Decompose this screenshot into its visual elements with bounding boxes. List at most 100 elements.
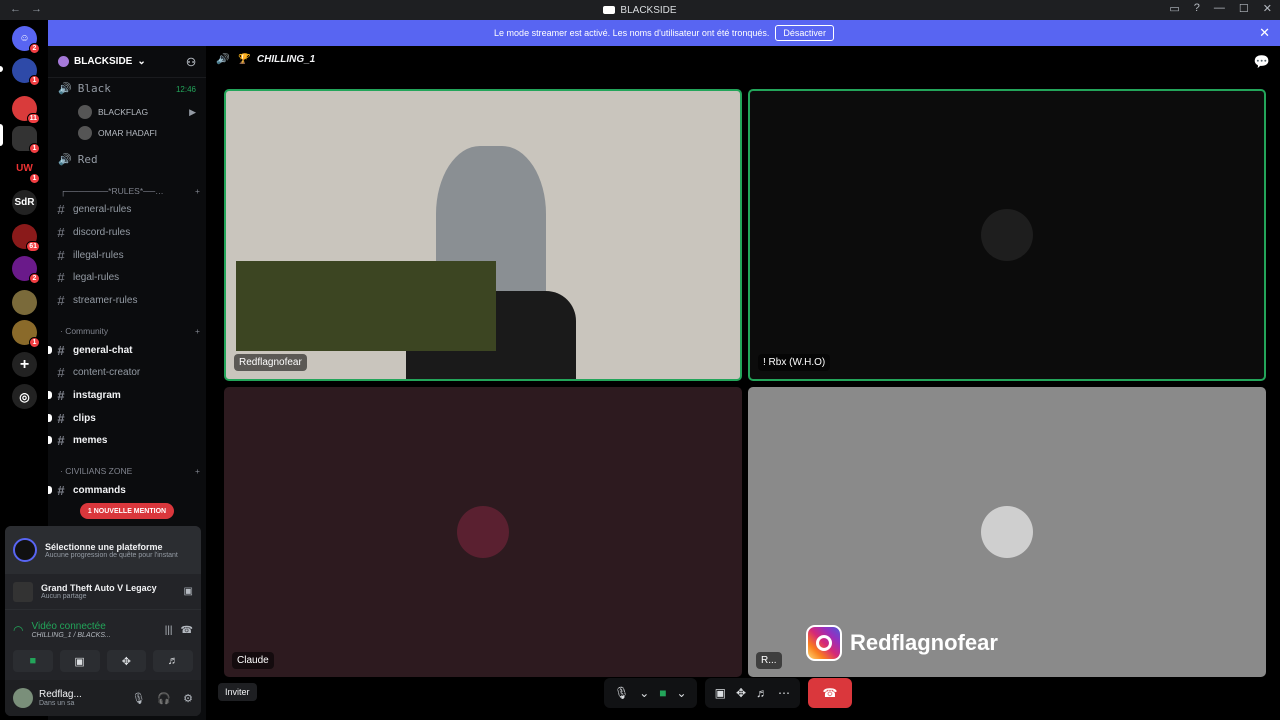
channel-discord-rules[interactable]: # discord-rules — [54, 222, 200, 242]
headphones-icon[interactable]: 🎧 — [157, 692, 171, 705]
avatar — [457, 506, 509, 558]
voice-timer: 12:46 — [175, 85, 196, 94]
channel-label: content-creator — [73, 366, 141, 378]
camera-icon[interactable]: ■ — [659, 686, 666, 700]
channel-label: commands — [73, 484, 126, 496]
game-activity-row[interactable]: Grand Theft Auto V Legacy Aucun partage … — [5, 574, 201, 610]
chevron-down-icon[interactable]: ⌄ — [677, 686, 687, 700]
inbox-icon[interactable]: ▭ — [1169, 2, 1179, 15]
microphone-icon[interactable]: 🎙 — [614, 686, 629, 700]
plus-icon[interactable]: + — [195, 326, 200, 336]
video-tile-rbx[interactable]: ! Rbx (W.H.O) — [748, 89, 1266, 381]
hash-icon: # — [57, 387, 65, 403]
voice-call-area: 🔊 🏆 CHILLING_1 💬 Redflagnofear ! Rbx (W.… — [206, 46, 1280, 720]
channel-general-chat[interactable]: # general-chat — [48, 340, 200, 360]
user-account-row[interactable]: Redflag... Dans un sa 🎙 🎧 ⚙ — [5, 680, 201, 716]
category-community[interactable]: · Community + — [60, 326, 200, 336]
back-arrow-icon[interactable]: ← — [10, 3, 21, 15]
discord-home-button[interactable]: ☺ 2 — [12, 26, 40, 54]
guild-icon — [58, 56, 69, 67]
channel-clips[interactable]: # clips — [48, 408, 200, 428]
window-title: BLACKSIDE — [620, 4, 677, 16]
voice-user[interactable]: OMAR HADAFI — [78, 126, 157, 140]
voice-user-name: OMAR HADAFI — [98, 128, 158, 138]
disconnect-button[interactable]: ☎ — [808, 678, 853, 708]
channel-memes[interactable]: # memes — [48, 430, 200, 450]
unread-dot — [48, 436, 52, 444]
title-bar: ← → BLACKSIDE ▭ ? — ☐ ✕ — [0, 0, 1280, 20]
user-status: Dans un sa — [39, 700, 75, 707]
more-icon[interactable]: ⋯ — [778, 686, 790, 700]
chat-bubble-icon[interactable]: 💬 — [1254, 54, 1270, 70]
voice-channel-path[interactable]: CHILLING_1 / BLACKS... — [31, 632, 110, 639]
disconnect-icon[interactable]: ☎ — [181, 625, 193, 636]
disable-streamer-button[interactable]: Désactiver — [775, 25, 834, 41]
plus-icon[interactable]: + — [195, 186, 200, 196]
guild-header[interactable]: BLACKSIDE ⌄ ⚇ — [48, 46, 206, 78]
channel-instagram[interactable]: # instagram — [48, 385, 200, 405]
channel-label: memes — [73, 434, 108, 446]
quest-title: Sélectionne une plateforme — [45, 541, 163, 552]
activities-icon[interactable]: ✥ — [736, 686, 746, 700]
activities-button[interactable]: ✥ — [106, 650, 147, 672]
server-icon[interactable]: 61 — [12, 224, 40, 252]
quest-row[interactable]: Sélectionne une plateforme Aucune progre… — [5, 526, 201, 574]
voice-channel-label: Red — [77, 153, 98, 166]
microphone-icon[interactable]: 🎙 — [131, 692, 145, 705]
category-label: · CIVILIANS ZONE — [60, 466, 133, 476]
channel-general-rules[interactable]: # general-rules — [54, 199, 200, 219]
channel-streamer-rules[interactable]: # streamer-rules — [54, 290, 200, 310]
video-button[interactable]: ■ — [13, 650, 53, 672]
channel-label: legal-rules — [73, 271, 120, 283]
channel-label: general-rules — [73, 203, 132, 215]
server-icon[interactable]: 2 — [12, 256, 40, 284]
channel-legal-rules[interactable]: # legal-rules — [54, 267, 200, 287]
video-tile-redflagnofear[interactable]: Redflagnofear — [224, 89, 742, 381]
add-user-icon[interactable]: ⚇ — [186, 56, 196, 69]
streamer-mode-banner: Le mode streamer est activé. Les noms d'… — [48, 20, 1280, 46]
channel-illegal-rules[interactable]: # illegal-rules — [54, 245, 200, 265]
invite-button[interactable]: Inviter — [218, 683, 257, 701]
screen-share-icon[interactable]: ▣ — [715, 686, 726, 700]
voice-channel-black[interactable]: 🔊 Black — [58, 82, 111, 95]
close-window-icon[interactable]: ✕ — [1263, 2, 1272, 15]
channel-commands[interactable]: # commands — [48, 480, 200, 500]
hash-icon: # — [57, 432, 65, 448]
video-tile-claude[interactable]: Claude — [224, 387, 742, 677]
chevron-down-icon[interactable]: ⌄ — [639, 686, 649, 700]
category-civilians[interactable]: · CIVILIANS ZONE + — [60, 466, 200, 476]
voice-user[interactable]: BLACKFLAG — [78, 105, 148, 119]
server-icon[interactable]: 11 — [12, 96, 40, 124]
minimize-icon[interactable]: — — [1214, 2, 1225, 15]
voice-channel-red[interactable]: 🔊 Red — [58, 153, 98, 166]
server-icon-selected[interactable]: 1 — [12, 126, 40, 154]
maximize-icon[interactable]: ☐ — [1239, 2, 1249, 15]
settings-gear-icon[interactable]: ⚙ — [183, 692, 193, 705]
close-banner-icon[interactable]: ✕ — [1259, 25, 1270, 41]
category-rules[interactable]: ┌───────*RULES*──… + — [60, 186, 200, 196]
server-icon[interactable]: 1 — [12, 58, 40, 86]
add-server-button[interactable]: + — [12, 352, 37, 377]
participant-name: ! Rbx (W.H.O) — [758, 354, 831, 371]
screen-share-icon[interactable]: ▣ — [184, 586, 193, 597]
user-name: Redflag... — [39, 689, 82, 700]
help-icon[interactable]: ? — [1194, 2, 1200, 15]
server-icon-sdr[interactable]: SdR — [12, 190, 37, 215]
soundboard-button[interactable]: ♬ — [153, 650, 193, 672]
soundboard-icon[interactable]: ♬ — [756, 686, 768, 700]
channel-content-creator[interactable]: # content-creator — [54, 362, 200, 382]
unread-dot — [48, 346, 52, 354]
new-mention-badge[interactable]: 1 NOUVELLE MENTION — [80, 503, 174, 519]
explore-button[interactable]: ◎ — [12, 384, 37, 409]
server-icon[interactable]: UW 1 — [12, 156, 40, 184]
share-screen-button[interactable]: ▣ — [59, 650, 100, 672]
soundwave-icon[interactable]: ||| — [165, 625, 173, 636]
channel-label: general-chat — [73, 344, 133, 356]
server-icon[interactable]: 1 — [12, 320, 40, 348]
plus-icon[interactable]: + — [195, 466, 200, 476]
avatar — [78, 126, 92, 140]
server-icon[interactable] — [12, 290, 37, 315]
forward-arrow-icon[interactable]: → — [31, 3, 42, 15]
compass-icon: ◎ — [19, 389, 30, 404]
channel-label: discord-rules — [73, 226, 131, 238]
